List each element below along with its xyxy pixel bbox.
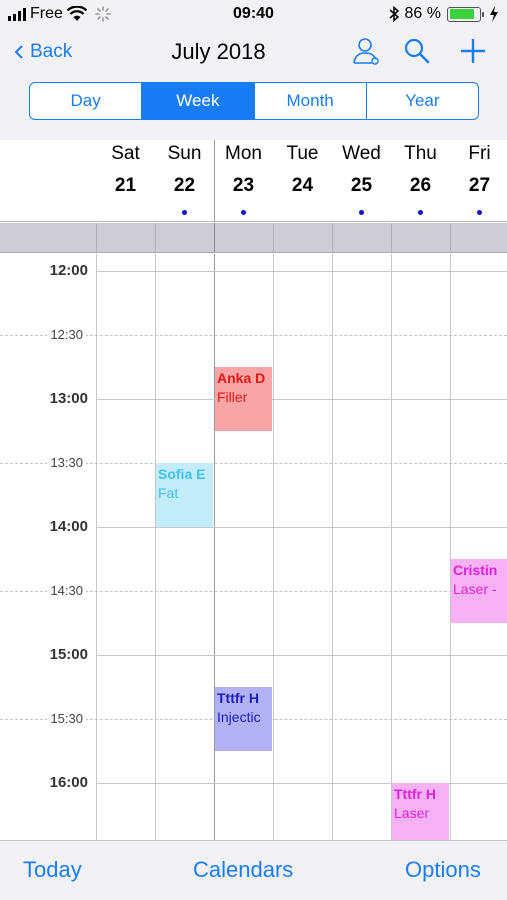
half-hour-label: 14:30 (0, 583, 88, 598)
day-column-wed[interactable]: Wed 25 (332, 140, 391, 222)
today-button[interactable]: Today (23, 857, 82, 883)
event-title: Tttfr H (217, 690, 259, 706)
day-name: Fri (468, 143, 491, 164)
charging-bolt-icon (490, 6, 498, 22)
event-type: Filler (217, 389, 248, 405)
day-number: 27 (468, 175, 491, 196)
grid-line (450, 223, 451, 253)
grid-line (332, 254, 333, 840)
event-block[interactable]: Tttfr H Laser (392, 783, 449, 840)
hour-label: 12:00 (49, 262, 88, 279)
options-button[interactable]: Options (405, 857, 481, 883)
event-indicator-dot (241, 210, 246, 215)
event-block[interactable]: Anka D Filler (215, 367, 272, 431)
day-number: 22 (173, 175, 196, 196)
grid-line (391, 223, 392, 253)
event-title: Sofia E (158, 466, 206, 482)
half-hour-label: 13:30 (0, 455, 88, 470)
week-divider (214, 140, 215, 222)
hour-line (96, 271, 507, 272)
bottom-toolbar: Today Calendars Options (0, 840, 507, 900)
event-type: Injectic (217, 709, 261, 725)
grid-line (450, 254, 451, 840)
search-icon[interactable] (403, 37, 431, 65)
day-number: 24 (291, 175, 314, 196)
hour-label: 16:00 (49, 774, 88, 791)
segment-year[interactable]: Year (367, 83, 478, 119)
add-icon[interactable] (459, 37, 487, 65)
day-name: Sat (111, 143, 140, 164)
calendars-button[interactable]: Calendars (193, 857, 293, 883)
hour-line (96, 655, 507, 656)
segment-week[interactable]: Week (142, 83, 255, 119)
all-day-row[interactable] (0, 223, 507, 253)
segment-month[interactable]: Month (255, 83, 367, 119)
event-indicator-dot (418, 210, 423, 215)
hour-label: 14:00 (49, 518, 88, 535)
day-number: 26 (409, 175, 432, 196)
battery-icon (447, 6, 484, 22)
nav-bar: Back July 2018 Day Week Month Year (0, 30, 507, 140)
day-column-thu[interactable]: Thu 26 (391, 140, 450, 222)
event-title: Anka D (217, 370, 266, 386)
day-number: 25 (350, 175, 373, 196)
day-column-fri[interactable]: Fri 27 (450, 140, 507, 222)
grid-line (391, 254, 392, 840)
event-block[interactable]: Tttfr H Injectic (215, 687, 272, 751)
contact-icon[interactable] (350, 35, 382, 67)
grid-line (96, 254, 97, 840)
event-type: Fat (158, 485, 179, 501)
event-title: Tttfr H (394, 786, 436, 802)
grid-line (214, 254, 215, 840)
grid-line (273, 223, 274, 253)
event-block[interactable]: Sofia E Fat (156, 463, 213, 527)
day-name: Wed (342, 143, 381, 164)
week-timeline[interactable]: 12:00 13:00 14:00 15:00 16:00 12:30 13:3… (0, 254, 507, 840)
half-hour-label: 15:30 (0, 711, 88, 726)
day-column-tue[interactable]: Tue 24 (273, 140, 332, 222)
grid-line (273, 254, 274, 840)
event-indicator-dot (359, 210, 364, 215)
day-name: Mon (225, 143, 262, 164)
view-mode-segmented-control: Day Week Month Year (29, 82, 479, 120)
day-name: Tue (286, 143, 319, 164)
battery-percent: 86 % (404, 5, 441, 22)
hour-line (96, 527, 507, 528)
event-indicator-dot (477, 210, 482, 215)
event-block[interactable]: Cristin Laser - (451, 559, 507, 623)
day-column-sun[interactable]: Sun 22 (155, 140, 214, 222)
day-column-mon[interactable]: Mon 23 (214, 140, 273, 222)
grid-line (332, 223, 333, 253)
event-type: Laser - (453, 581, 497, 597)
bluetooth-icon (389, 6, 399, 22)
hour-label: 15:00 (49, 646, 88, 663)
grid-line (96, 223, 97, 253)
hour-line (96, 399, 507, 400)
half-hour-label: 12:30 (0, 327, 88, 342)
event-type: Laser (394, 805, 430, 821)
week-day-header: Sat 21 Sun 22 Mon 23 Tue 24 Wed 25 Thu 2… (0, 140, 507, 222)
segment-day[interactable]: Day (30, 83, 143, 119)
day-name: Thu (404, 143, 437, 164)
hour-label: 13:00 (49, 390, 88, 407)
grid-line (155, 254, 156, 840)
day-number: 23 (232, 175, 255, 196)
day-name: Sun (167, 143, 202, 164)
status-right: 86 % (389, 5, 499, 23)
event-indicator-dot (182, 210, 187, 215)
grid-line (155, 223, 156, 253)
day-column-sat[interactable]: Sat 21 (96, 140, 155, 222)
day-number: 21 (114, 175, 137, 196)
event-title: Cristin (453, 562, 498, 578)
status-bar: Free 09:40 86 % (0, 0, 507, 30)
grid-line (214, 223, 215, 253)
